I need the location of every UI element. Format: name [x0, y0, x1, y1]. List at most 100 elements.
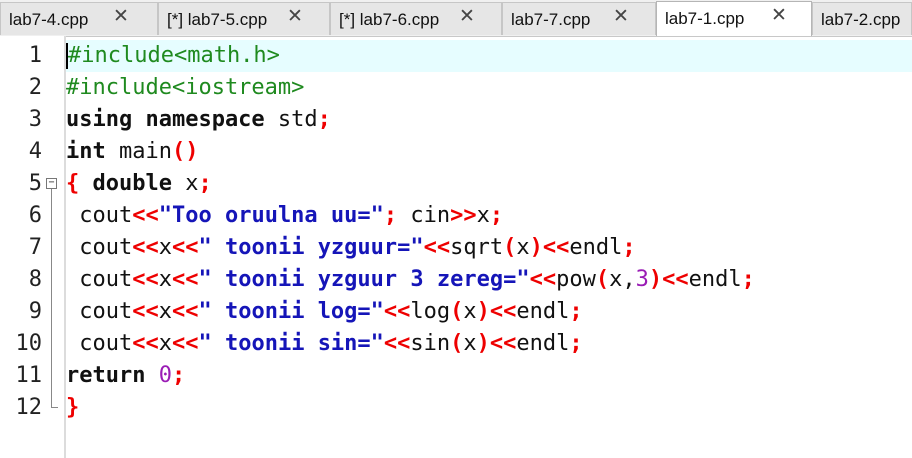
code-token: " toonii yzguur 3 zereg=" [198, 267, 530, 292]
code-token: ; [198, 171, 212, 196]
code-line[interactable]: { double x; [66, 168, 912, 200]
tab-label: [*] lab7-6.cpp [339, 10, 440, 29]
code-token: ) [476, 331, 490, 356]
tab-label: lab7-4.cpp [9, 10, 89, 29]
line-number: 6 [28, 203, 42, 228]
code-editor[interactable]: 1 2 3 4 5 6 7 8 9 10 11 12 − #include<ma… [0, 36, 912, 458]
line-number: 10 [15, 331, 43, 356]
code-token: double [92, 171, 172, 196]
code-token: } [66, 395, 80, 420]
tab-lab7-5[interactable]: [*] lab7-5.cpp ✕ [158, 2, 330, 35]
code-line[interactable]: return 0; [66, 360, 912, 392]
code-token: " toonii sin=" [198, 331, 384, 356]
code-token: x [158, 267, 172, 292]
tab-label: lab7-2.cpp [821, 10, 901, 29]
code-token: x, [609, 267, 636, 292]
line-number: 3 [28, 107, 42, 132]
code-token: ; [741, 267, 755, 292]
close-icon[interactable]: ✕ [459, 3, 475, 31]
code-line[interactable]: #include<math.h> [66, 40, 912, 72]
code-token: cout [66, 203, 133, 228]
line-number: 9 [28, 299, 42, 324]
tab-label: [*] lab7-5.cpp [167, 10, 268, 29]
code-token: << [132, 267, 159, 292]
code-token: 0 [158, 363, 172, 388]
code-token: return [66, 363, 146, 388]
code-token: int [66, 139, 106, 164]
code-token: " toonii yzguur=" [198, 235, 424, 260]
code-token: x [171, 171, 199, 196]
fold-toggle-icon[interactable]: − [46, 178, 57, 189]
code-token: endl [688, 267, 742, 292]
fold-end-marker [51, 407, 58, 408]
code-token: sin [410, 331, 451, 356]
code-token: << [489, 299, 517, 324]
code-token: ) [529, 235, 543, 260]
code-line[interactable]: cout<<"Too oruulna uu="; cin>>x; [66, 200, 912, 232]
code-line[interactable]: #include<iostream> [66, 72, 912, 104]
code-token: cout [66, 235, 133, 260]
code-token: ) [476, 299, 490, 324]
code-line[interactable]: int main() [66, 136, 912, 168]
line-number: 12 [15, 395, 43, 420]
close-icon[interactable]: ✕ [771, 2, 787, 30]
line-number: 4 [28, 139, 42, 164]
tab-lab7-6[interactable]: [*] lab7-6.cpp ✕ [330, 2, 502, 35]
close-icon[interactable]: ✕ [287, 3, 303, 31]
code-token: << [132, 331, 159, 356]
code-token: ; [171, 363, 186, 388]
code-token: x [463, 331, 477, 356]
close-icon[interactable]: ✕ [613, 3, 629, 31]
code-line[interactable]: } [66, 392, 912, 424]
code-token: ; [569, 331, 583, 356]
close-icon[interactable]: ✕ [113, 3, 129, 31]
tab-lab7-7[interactable]: lab7-7.cpp ✕ [502, 2, 656, 35]
tab-label: lab7-1.cpp [665, 9, 745, 28]
code-token: << [132, 299, 159, 324]
code-token: ; [569, 299, 583, 324]
code-token: << [423, 235, 451, 260]
line-number: 8 [28, 267, 42, 292]
line-number: 11 [15, 363, 43, 388]
code-line[interactable]: cout<<x<<" toonii log="<<log(x)<<endl; [66, 296, 912, 328]
code-token: () [171, 139, 199, 164]
code-token: << [171, 235, 199, 260]
code-token: << [662, 267, 689, 292]
code-token: << [383, 299, 411, 324]
line-number: 2 [28, 75, 42, 100]
code-token: ; [622, 235, 636, 260]
line-number: 1 [28, 43, 42, 68]
code-line[interactable]: cout<<x<<" toonii yzguur="<<sqrt(x)<<end… [66, 232, 912, 264]
code-token: #include<math.h> [68, 43, 280, 68]
line-number: 5 [28, 171, 42, 196]
code-line[interactable]: using namespace std; [66, 104, 912, 136]
code-token: cin [397, 203, 451, 228]
code-area[interactable]: #include<math.h> #include<iostream> using … [66, 36, 912, 458]
code-token: << [171, 267, 199, 292]
code-token: cout [66, 299, 133, 324]
code-token: ) [648, 267, 663, 292]
line-number: 7 [28, 235, 42, 260]
code-token: x [158, 331, 172, 356]
code-line[interactable]: cout<<x<<" toonii sin="<<sin(x)<<endl; [66, 328, 912, 360]
code-token: using namespace [66, 107, 265, 132]
tab-lab7-1[interactable]: lab7-1.cpp ✕ [656, 1, 812, 36]
code-token: x [158, 235, 172, 260]
code-line[interactable]: cout<<x<<" toonii yzguur 3 zereg="<<pow(… [66, 264, 912, 296]
code-token: std [264, 107, 318, 132]
code-token: << [171, 299, 199, 324]
code-token: << [489, 331, 517, 356]
code-token: ( [450, 299, 464, 324]
code-token: ( [450, 331, 464, 356]
tab-lab7-4[interactable]: lab7-4.cpp ✕ [0, 2, 158, 35]
code-token: { [66, 171, 80, 196]
tab-lab7-2[interactable]: lab7-2.cpp [812, 2, 912, 35]
code-token: ; [489, 203, 504, 228]
code-token: "Too oruulna uu=" [158, 203, 384, 228]
code-token: << [132, 235, 159, 260]
code-token: cout [66, 331, 133, 356]
code-token: ( [595, 267, 610, 292]
code-token: endl [569, 235, 623, 260]
tab-label: lab7-7.cpp [511, 10, 591, 29]
